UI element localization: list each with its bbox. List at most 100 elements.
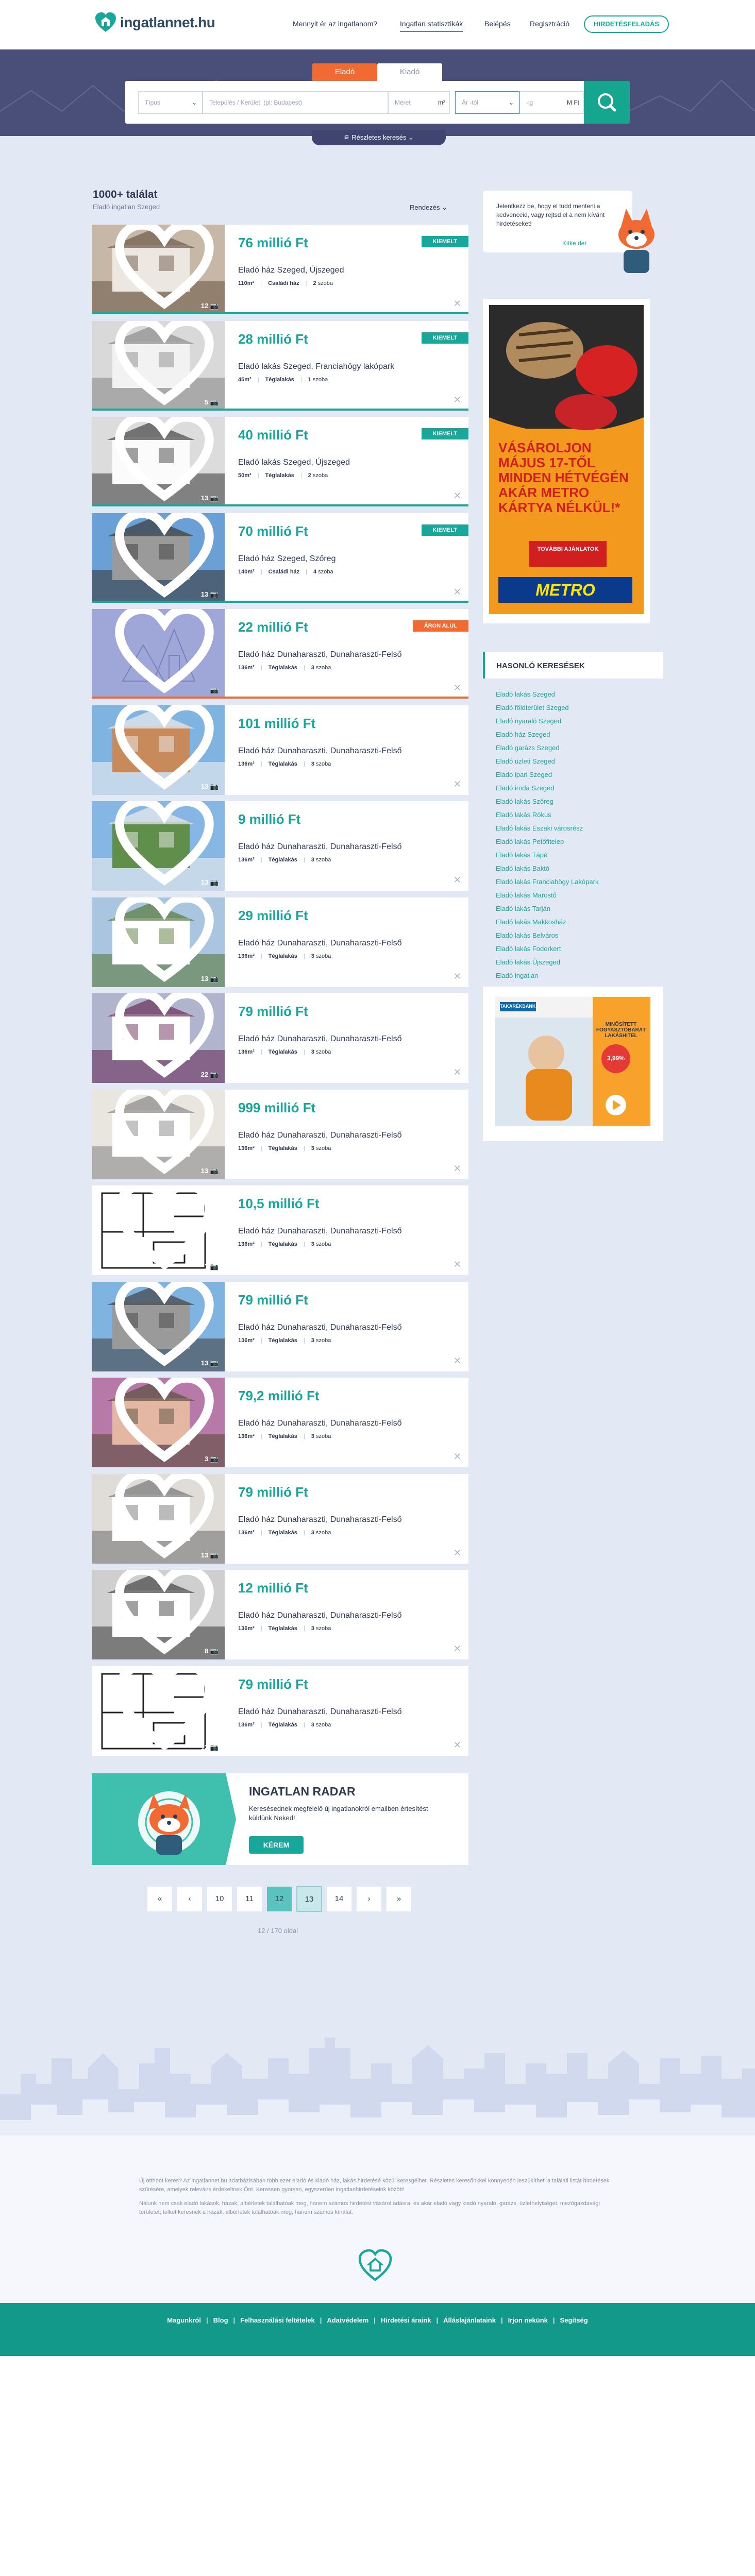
first-page-button[interactable]: « (147, 1886, 173, 1912)
listing-photo[interactable]: 13 📷 (92, 897, 225, 987)
page-13[interactable]: 13 (296, 1886, 322, 1912)
nav-login[interactable]: Belépés (484, 20, 511, 28)
listing-card[interactable]: 7 📷 10,5 millió Ft Eladó ház Dunaharaszt… (92, 1185, 468, 1275)
similar-search-link[interactable]: Eladó lakás Fodorkert (496, 942, 661, 956)
footer-link[interactable]: Adatvédelem (327, 2316, 368, 2324)
type-select[interactable]: Típus ⌄ (138, 91, 203, 114)
page-10[interactable]: 10 (207, 1886, 232, 1912)
listing-title[interactable]: Eladó ház Szeged, Újszeged (238, 266, 344, 275)
favorite-heart-icon[interactable] (98, 609, 225, 693)
hide-listing-close-icon[interactable]: ✕ (454, 875, 461, 886)
listing-card[interactable]: 13 📷 29 millió Ft Eladó ház Dunaharaszti… (92, 897, 468, 987)
listing-price[interactable]: 12 millió Ft (238, 1580, 308, 1596)
similar-search-link[interactable]: Eladó lakás Szeged (496, 688, 661, 701)
listing-title[interactable]: Eladó ház Dunaharaszti, Dunaharaszti-Fel… (238, 1227, 402, 1236)
price-to-input[interactable]: -ig M Ft (519, 91, 584, 114)
listing-photo[interactable]: 13 📷 (92, 801, 225, 891)
favorite-heart-icon[interactable] (98, 705, 225, 790)
nav-register[interactable]: Regisztráció (530, 20, 569, 28)
favorite-heart-icon[interactable] (98, 513, 225, 598)
logo[interactable]: ingatlannet.hu (94, 11, 215, 34)
listing-title[interactable]: Eladó ház Dunaharaszti, Dunaharaszti-Fel… (238, 1419, 402, 1428)
nav-valuation[interactable]: Mennyit ér az ingatlanom? (293, 20, 377, 28)
listing-photo[interactable]: 13 📷 (92, 1666, 225, 1756)
listing-price[interactable]: 10,5 millió Ft (238, 1196, 320, 1212)
footer-link[interactable]: Hirdetési áraink (381, 2316, 431, 2324)
similar-search-link[interactable]: Eladó ipari Szeged (496, 768, 661, 782)
listing-photo[interactable]: 5 📷 (92, 320, 225, 411)
favorite-heart-icon[interactable] (98, 1473, 225, 1558)
listing-card[interactable]: 13 📷 9 millió Ft Eladó ház Dunaharaszti,… (92, 801, 468, 891)
favorite-heart-icon[interactable] (98, 417, 225, 501)
listing-photo[interactable]: 8 📷 (92, 1570, 225, 1659)
favorite-heart-icon[interactable] (98, 993, 225, 1078)
favorite-heart-icon[interactable] (98, 1185, 225, 1270)
similar-search-link[interactable]: Eladó lakás Tápé (496, 849, 661, 862)
listing-title[interactable]: Eladó lakás Szeged, Franciahögy lakópark (238, 362, 394, 371)
hide-listing-close-icon[interactable]: ✕ (454, 683, 461, 693)
area-input[interactable]: Méret m² (388, 91, 450, 114)
hide-listing-close-icon[interactable]: ✕ (454, 971, 461, 982)
similar-search-link[interactable]: Eladó üzleti Szeged (496, 755, 661, 768)
listing-price[interactable]: 9 millió Ft (238, 811, 300, 827)
similar-search-link[interactable]: Eladó lakás Rókus (496, 808, 661, 822)
hide-listing-close-icon[interactable]: ✕ (454, 298, 461, 309)
listing-card[interactable]: 3 📷 79,2 millió Ft Eladó ház Dunaharaszt… (92, 1378, 468, 1467)
takarekbank-ad-banner[interactable]: TAKARÉKBANK MINŐSÍTETT FOGYASZTÓBARÁT LA… (495, 997, 650, 1126)
listing-title[interactable]: Eladó ház Dunaharaszti, Dunaharaszti-Fel… (238, 1515, 402, 1524)
page-12-current[interactable]: 12 (266, 1886, 292, 1912)
listing-price[interactable]: 29 millió Ft (238, 908, 308, 924)
similar-search-link[interactable]: Eladó lakás Tarján (496, 902, 661, 916)
favorite-heart-icon[interactable] (98, 320, 225, 405)
page-14[interactable]: 14 (326, 1886, 352, 1912)
advanced-search-toggle[interactable]: ⚟ Részletes keresés ⌄ (312, 130, 446, 145)
listing-card[interactable]: 5 📷 28 millió Ft Eladó lakás Szeged, Fra… (92, 320, 468, 411)
hide-listing-close-icon[interactable]: ✕ (454, 1259, 461, 1270)
favorite-heart-icon[interactable] (98, 1089, 225, 1174)
listing-price[interactable]: 76 millió Ft (238, 235, 308, 251)
hide-listing-close-icon[interactable]: ✕ (454, 1451, 461, 1462)
favorite-heart-icon[interactable] (98, 1378, 225, 1462)
listing-price[interactable]: 79 millió Ft (238, 1292, 308, 1308)
listing-photo[interactable]: 13 📷 (92, 1281, 225, 1371)
listing-photo[interactable]: 7 📷 (92, 1185, 225, 1275)
listing-card[interactable]: 13 📷 79 millió Ft Eladó ház Dunaharaszti… (92, 1281, 468, 1371)
listing-price[interactable]: 70 millió Ft (238, 523, 308, 539)
similar-search-link[interactable]: Eladó nyaraló Szeged (496, 715, 661, 728)
listing-price[interactable]: 22 millió Ft (238, 619, 308, 635)
favorite-heart-icon[interactable] (98, 1570, 225, 1654)
listing-price[interactable]: 28 millió Ft (238, 331, 308, 347)
listing-price[interactable]: 79,2 millió Ft (238, 1388, 320, 1404)
post-ad-button[interactable]: HIRDETÉSFELADÁS (584, 15, 669, 33)
metro-ad-banner[interactable]: VÁSÁROLJON MÁJUS 17-TŐL MINDEN HÉTVÉGÉN … (483, 299, 650, 623)
similar-search-link[interactable]: Eladó lakás Baktó (496, 862, 661, 875)
listing-title[interactable]: Eladó ház Dunaharaszti, Dunaharaszti-Fel… (238, 1131, 402, 1140)
nav-statistics[interactable]: Ingatlan statisztikák (400, 20, 463, 32)
listing-card[interactable]: 13 📷 40 millió Ft Eladó lakás Szeged, Új… (92, 417, 468, 506)
listing-title[interactable]: Eladó ház Dunaharaszti, Dunaharaszti-Fel… (238, 939, 402, 948)
favorite-heart-icon[interactable] (98, 801, 225, 886)
listing-title[interactable]: Eladó lakás Szeged, Újszeged (238, 458, 350, 467)
listing-title[interactable]: Eladó ház Dunaharaszti, Dunaharaszti-Fel… (238, 1707, 402, 1717)
similar-search-link[interactable]: Eladó lakás Újszeged (496, 956, 661, 969)
footer-link[interactable]: Segítség (560, 2316, 588, 2324)
similar-search-link[interactable]: Eladó lakás Franciahögy Lakópark (496, 875, 661, 889)
listing-card[interactable]: 📷 22 millió Ft Eladó ház Dunaharaszti, D… (92, 609, 468, 699)
hide-listing-close-icon[interactable]: ✕ (454, 779, 461, 790)
tab-sale[interactable]: Eladó (312, 63, 377, 81)
listing-card[interactable]: 13 📷 79 millió Ft Eladó ház Dunaharaszti… (92, 1666, 468, 1756)
listing-photo[interactable]: 13 📷 (92, 705, 225, 795)
page-11[interactable]: 11 (237, 1886, 262, 1912)
hide-listing-close-icon[interactable]: ✕ (454, 490, 461, 501)
similar-search-link[interactable]: Eladó ingatlan (496, 969, 661, 982)
listing-photo[interactable]: 3 📷 (92, 1378, 225, 1467)
listing-price[interactable]: 79 millió Ft (238, 1004, 308, 1020)
listing-title[interactable]: Eladó ház Dunaharaszti, Dunaharaszti-Fel… (238, 1323, 402, 1332)
footer-link[interactable]: Blog (213, 2316, 228, 2324)
last-page-button[interactable]: » (386, 1886, 412, 1912)
listing-photo[interactable]: 📷 (92, 609, 225, 699)
listing-photo[interactable]: 13 📷 (92, 1473, 225, 1564)
hide-listing-close-icon[interactable]: ✕ (454, 1355, 461, 1366)
listing-photo[interactable]: 13 📷 (92, 1089, 225, 1179)
listing-price[interactable]: 40 millió Ft (238, 427, 308, 443)
